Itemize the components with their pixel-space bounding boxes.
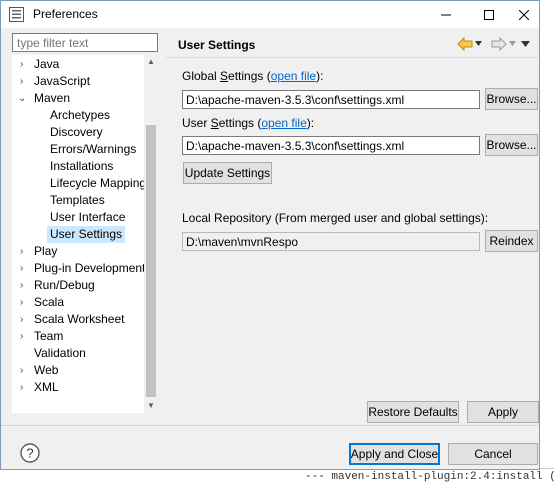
svg-text:?: ? bbox=[26, 446, 33, 461]
apply-button[interactable]: Apply bbox=[467, 401, 539, 423]
tree-item-validation[interactable]: Validation bbox=[12, 345, 144, 362]
tree-item-scala[interactable]: › Scala bbox=[12, 294, 144, 311]
back-dropdown-icon[interactable] bbox=[475, 41, 482, 46]
chevron-down-icon[interactable]: ⌄ bbox=[18, 90, 28, 107]
page-title: User Settings bbox=[178, 38, 256, 52]
apply-and-close-button[interactable]: Apply and Close bbox=[349, 443, 440, 465]
cancel-button[interactable]: Cancel bbox=[448, 443, 538, 465]
close-icon bbox=[519, 9, 529, 20]
view-menu-icon[interactable] bbox=[521, 41, 530, 47]
window-title: Preferences bbox=[33, 7, 98, 21]
tree-item-run-debug[interactable]: › Run/Debug bbox=[12, 277, 144, 294]
forward-dropdown-icon[interactable] bbox=[509, 41, 516, 46]
tree-item-templates[interactable]: Templates bbox=[50, 192, 105, 209]
title-bar: Preferences bbox=[1, 1, 539, 28]
chevron-right-icon[interactable]: › bbox=[20, 379, 30, 396]
global-open-file-link[interactable]: open file bbox=[271, 69, 316, 83]
global-settings-label: Global Settings (open file): bbox=[182, 69, 324, 83]
tree-item-lifecycle-mapping[interactable]: Lifecycle Mapping bbox=[50, 175, 146, 192]
preferences-app-icon bbox=[9, 7, 24, 22]
local-repository-label: Local Repository (From merged user and g… bbox=[182, 211, 489, 225]
chevron-right-icon[interactable]: › bbox=[20, 56, 30, 73]
user-open-file-link[interactable]: open file bbox=[261, 116, 306, 130]
tree-scrollbar-thumb[interactable] bbox=[146, 125, 156, 397]
tree-item-javascript[interactable]: › JavaScript bbox=[12, 73, 144, 90]
tree-item-errors-warnings[interactable]: Errors/Warnings bbox=[50, 141, 136, 158]
background-editor bbox=[538, 0, 554, 485]
update-settings-button[interactable]: Update Settings bbox=[183, 162, 272, 184]
chevron-right-icon[interactable]: › bbox=[20, 328, 30, 345]
page-navigation bbox=[457, 36, 537, 52]
chevron-right-icon[interactable]: › bbox=[20, 243, 30, 260]
scroll-down-icon[interactable]: ▼ bbox=[144, 399, 158, 413]
tree-item-discovery[interactable]: Discovery bbox=[50, 124, 103, 141]
maximize-button[interactable] bbox=[472, 1, 506, 28]
user-settings-field[interactable]: D:\apache-maven-3.5.3\conf\settings.xml bbox=[182, 136, 480, 155]
chevron-right-icon[interactable]: › bbox=[20, 362, 30, 379]
global-settings-field[interactable]: D:\apache-maven-3.5.3\conf\settings.xml bbox=[182, 90, 480, 109]
page-header-divider bbox=[166, 57, 538, 58]
tree-item-user-settings[interactable]: User Settings bbox=[47, 226, 126, 243]
help-icon[interactable]: ? bbox=[20, 443, 40, 463]
tree-item-plug-in-development[interactable]: › Plug-in Development bbox=[12, 260, 145, 277]
restore-defaults-button[interactable]: Restore Defaults bbox=[367, 401, 459, 423]
chevron-right-icon[interactable]: › bbox=[20, 73, 30, 90]
scroll-up-icon[interactable]: ▲ bbox=[144, 55, 158, 69]
tree-item-java[interactable]: › Java bbox=[12, 56, 144, 73]
forward-arrow-icon[interactable] bbox=[491, 37, 507, 51]
tree-item-maven[interactable]: ⌄ Maven bbox=[12, 90, 144, 107]
minimize-button[interactable] bbox=[429, 1, 463, 28]
filter-input[interactable] bbox=[12, 33, 158, 52]
tree-item-web[interactable]: › Web bbox=[12, 362, 144, 379]
user-browse-button[interactable]: Browse... bbox=[485, 134, 538, 156]
maximize-icon bbox=[484, 9, 494, 20]
chevron-right-icon[interactable]: › bbox=[20, 277, 30, 294]
tree-item-installations[interactable]: Installations bbox=[50, 158, 113, 175]
preferences-dialog: Preferences › Java › JavaScript ⌄ Maven … bbox=[0, 0, 540, 470]
minimize-icon bbox=[441, 14, 451, 15]
footer-divider bbox=[1, 425, 539, 426]
back-arrow-icon[interactable] bbox=[457, 37, 473, 51]
close-button[interactable] bbox=[507, 1, 541, 28]
user-settings-label: User Settings (open file): bbox=[182, 116, 315, 130]
tree-item-user-interface[interactable]: User Interface bbox=[50, 209, 125, 226]
chevron-right-icon[interactable]: › bbox=[20, 294, 30, 311]
background-console-text: --- maven-install-plugin:2.4:install (de… bbox=[305, 471, 554, 483]
local-repository-field: D:\maven\mvnRespo bbox=[182, 232, 480, 251]
tree-item-archetypes[interactable]: Archetypes bbox=[50, 107, 110, 124]
global-browse-button[interactable]: Browse... bbox=[485, 88, 538, 110]
tree-item-team[interactable]: › Team bbox=[12, 328, 144, 345]
reindex-button[interactable]: Reindex bbox=[485, 230, 538, 252]
tree-item-play[interactable]: › Play bbox=[12, 243, 144, 260]
tree-item-scala-worksheet[interactable]: › Scala Worksheet bbox=[12, 311, 144, 328]
chevron-right-icon[interactable]: › bbox=[20, 311, 30, 328]
tree-item-xml[interactable]: › XML bbox=[12, 379, 144, 396]
preferences-tree: › Java › JavaScript ⌄ Maven Archetypes D… bbox=[12, 55, 158, 413]
chevron-right-icon[interactable]: › bbox=[20, 260, 30, 277]
